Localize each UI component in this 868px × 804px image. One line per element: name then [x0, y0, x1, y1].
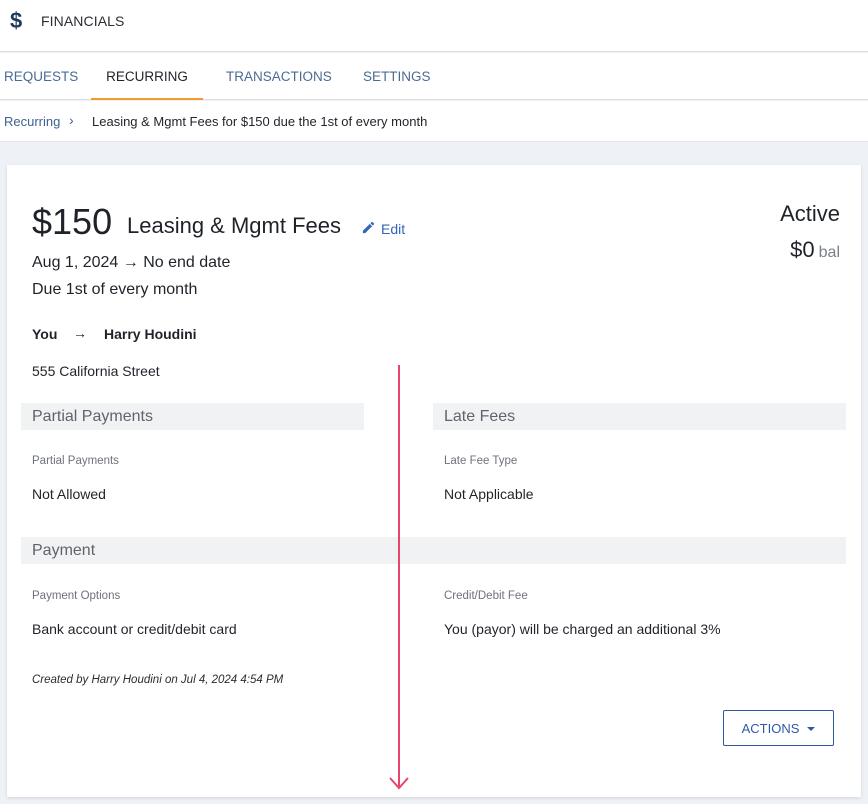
- fee-name: Leasing & Mgmt Fees: [127, 213, 341, 238]
- dollar-icon: $: [10, 8, 23, 33]
- balance-amount: $0: [790, 237, 815, 262]
- late-fees-heading: Late Fees: [433, 403, 846, 430]
- actions-label: ACTIONS: [741, 720, 800, 736]
- partial-payments-value: Not Allowed: [32, 486, 106, 502]
- late-fee-type-value: Not Applicable: [444, 486, 534, 502]
- top-header: $ FINANCIALS: [0, 0, 868, 52]
- tab-bar: REQUESTS RECURRING TRANSACTIONS SETTINGS: [0, 53, 868, 100]
- payment-options-value: Bank account or credit/debit card: [32, 621, 237, 637]
- payment-parties: You → Harry Houdini: [32, 325, 197, 342]
- partial-payments-heading: Partial Payments: [21, 403, 364, 430]
- tab-requests[interactable]: REQUESTS: [4, 53, 78, 100]
- payer-name: You: [32, 326, 58, 342]
- balance-suffix: bal: [818, 244, 840, 261]
- credit-debit-fee-value: You (payor) will be charged an additiona…: [444, 621, 721, 637]
- recurring-detail-card: $150 Leasing & Mgmt Fees Edit Aug 1, 202…: [7, 165, 861, 797]
- partial-payments-label: Partial Payments: [32, 455, 119, 467]
- credit-debit-fee-label: Credit/Debit Fee: [444, 590, 528, 602]
- tab-transactions[interactable]: TRANSACTIONS: [226, 53, 332, 100]
- due-schedule: Due 1st of every month: [32, 281, 198, 298]
- breadcrumb-current: Leasing & Mgmt Fees for $150 due the 1st…: [92, 114, 428, 129]
- balance: $0 bal: [790, 237, 840, 263]
- payee-name: Harry Houdini: [104, 326, 197, 342]
- arrow-right-icon: →: [73, 325, 87, 341]
- tab-recurring[interactable]: RECURRING: [91, 53, 203, 100]
- caret-down-icon: [807, 727, 816, 731]
- recurring-amount: $150: [32, 201, 113, 242]
- edit-button[interactable]: Edit: [361, 220, 405, 238]
- payment-options-label: Payment Options: [32, 590, 121, 602]
- status-label: Active: [780, 201, 840, 226]
- date-range: Aug 1, 2024 → No end date: [32, 254, 231, 271]
- chevron-right-icon: ›: [69, 112, 74, 128]
- pencil-icon: [361, 220, 376, 238]
- created-by-note: Created by Harry Houdini on Jul 4, 2024 …: [32, 674, 284, 686]
- app-title: FINANCIALS: [41, 13, 125, 29]
- payment-heading: Payment: [21, 537, 846, 564]
- edit-label: Edit: [381, 221, 406, 237]
- tab-settings[interactable]: SETTINGS: [363, 53, 431, 100]
- actions-dropdown-button[interactable]: ACTIONS: [723, 710, 834, 746]
- property-address: 555 California Street: [32, 363, 160, 379]
- breadcrumb: Recurring › Leasing & Mgmt Fees for $150…: [0, 101, 868, 142]
- late-fee-type-label: Late Fee Type: [444, 455, 518, 467]
- breadcrumb-link-recurring[interactable]: Recurring: [4, 114, 60, 129]
